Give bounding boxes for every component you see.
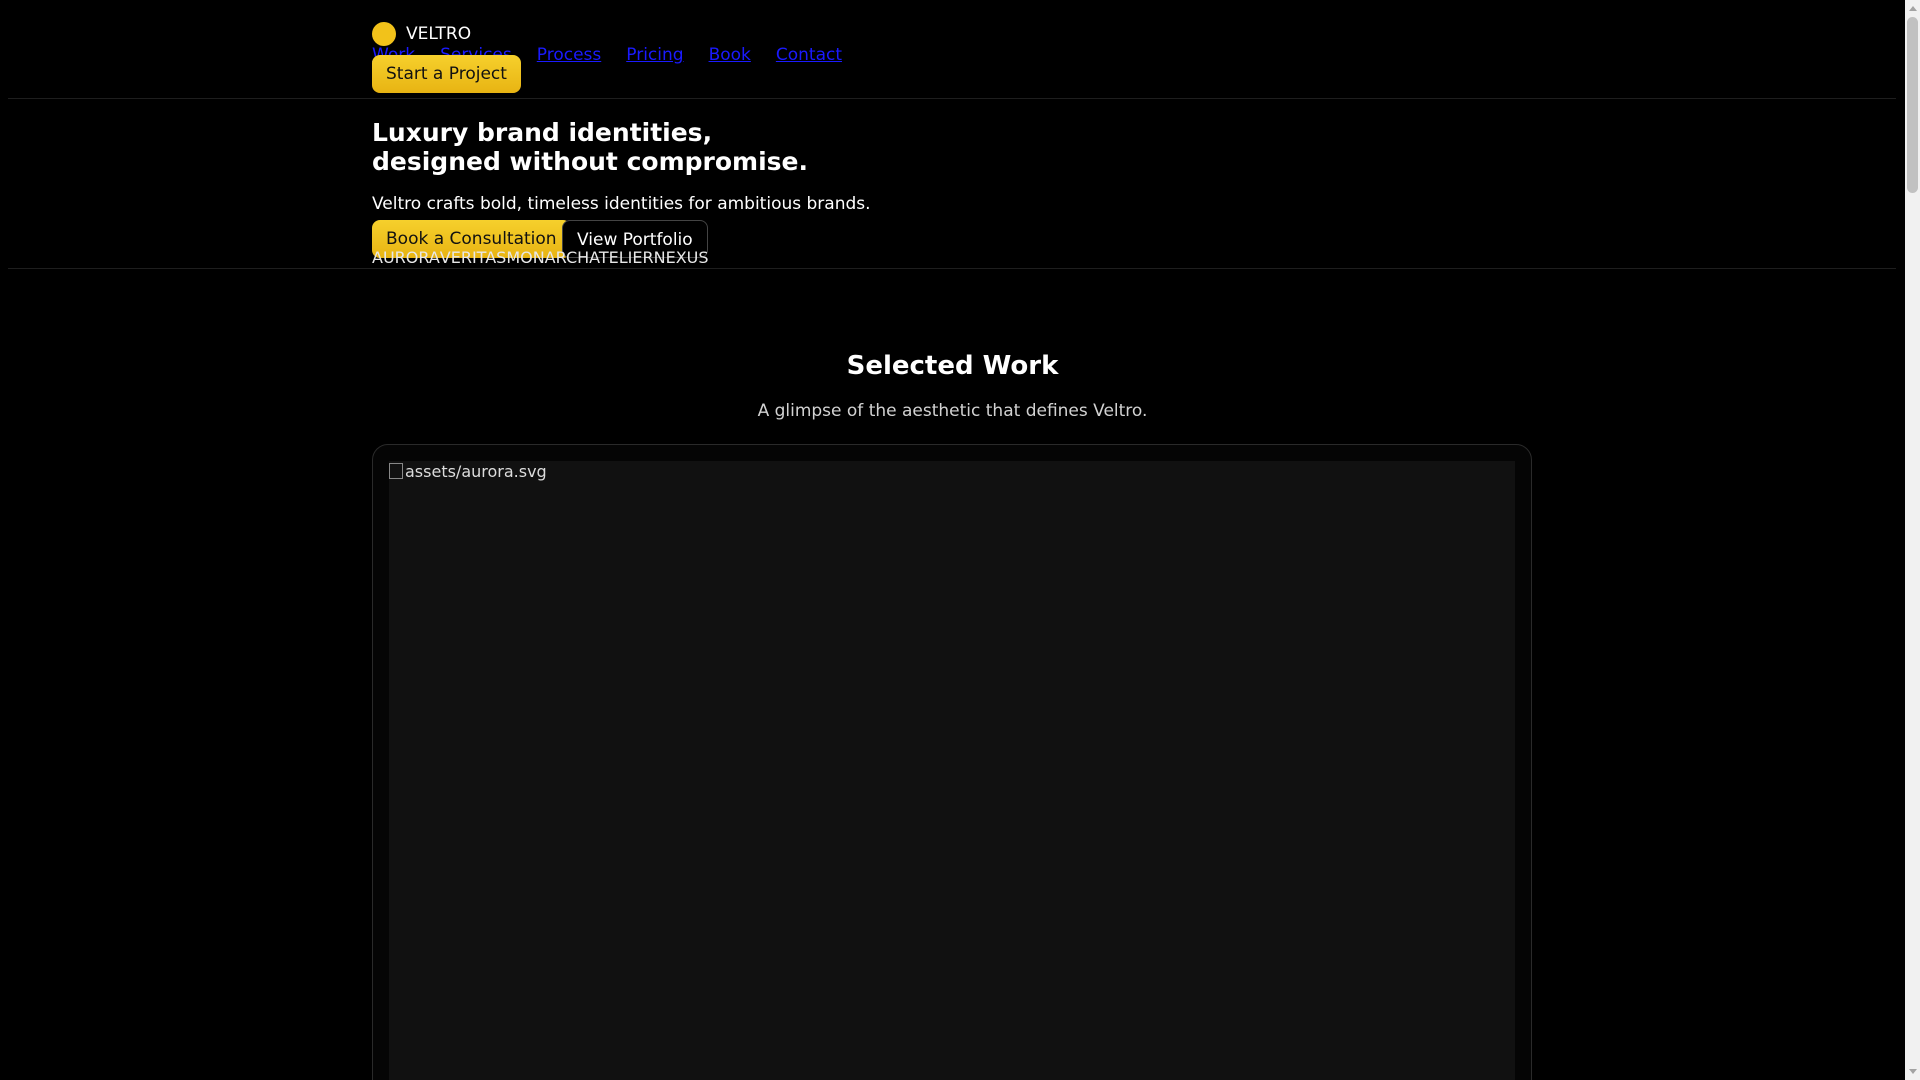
client-logo-veritas: VERITAS — [439, 248, 507, 267]
nav-link-pricing[interactable]: Pricing — [626, 44, 683, 66]
work-section-title: Selected Work — [846, 351, 1059, 381]
scrollbar-thumb[interactable] — [1907, 17, 1918, 193]
hero-subtitle: Veltro crafts bold, timeless identities … — [372, 194, 871, 214]
client-logo-nexus: NEXUS — [653, 248, 709, 267]
hero-title: Luxury brand identities, designed withou… — [372, 118, 972, 176]
client-logo-atelier: ATELIER — [589, 248, 654, 267]
work-image: assets/aurora.svg — [389, 461, 1515, 1080]
hero-title-line2: designed without compromise. — [372, 147, 808, 176]
work-image-alt: assets/aurora.svg — [405, 462, 547, 481]
work-section-subtitle: A glimpse of the aesthetic that defines … — [757, 401, 1148, 421]
page: VELTRO Work Services Process Pricing Boo… — [0, 0, 1920, 1080]
client-logo-aurora: AURORA — [372, 248, 440, 267]
nav-link-contact[interactable]: Contact — [776, 44, 842, 66]
client-logos: AURORA VERITAS MONARCH ATELIER NEXUS — [372, 248, 709, 268]
client-logo-monarch: MONARCH — [506, 248, 590, 267]
start-project-button[interactable]: Start a Project — [372, 55, 521, 93]
brand-name: VELTRO — [406, 24, 472, 44]
hero-divider — [8, 268, 1896, 269]
broken-image-icon — [389, 463, 403, 479]
brand[interactable]: VELTRO — [372, 22, 471, 46]
circle-logo-icon — [372, 22, 396, 46]
work-card[interactable]: assets/aurora.svg — [372, 444, 1532, 1080]
vertical-scrollbar[interactable] — [1905, 0, 1920, 1080]
header-divider — [8, 98, 1896, 99]
hero-title-line1: Luxury brand identities, — [372, 118, 713, 147]
scroll-down-arrow-icon[interactable] — [1909, 1069, 1917, 1074]
nav-link-process[interactable]: Process — [537, 44, 602, 66]
scroll-up-arrow-icon[interactable] — [1909, 6, 1917, 11]
nav-link-book[interactable]: Book — [709, 44, 751, 66]
